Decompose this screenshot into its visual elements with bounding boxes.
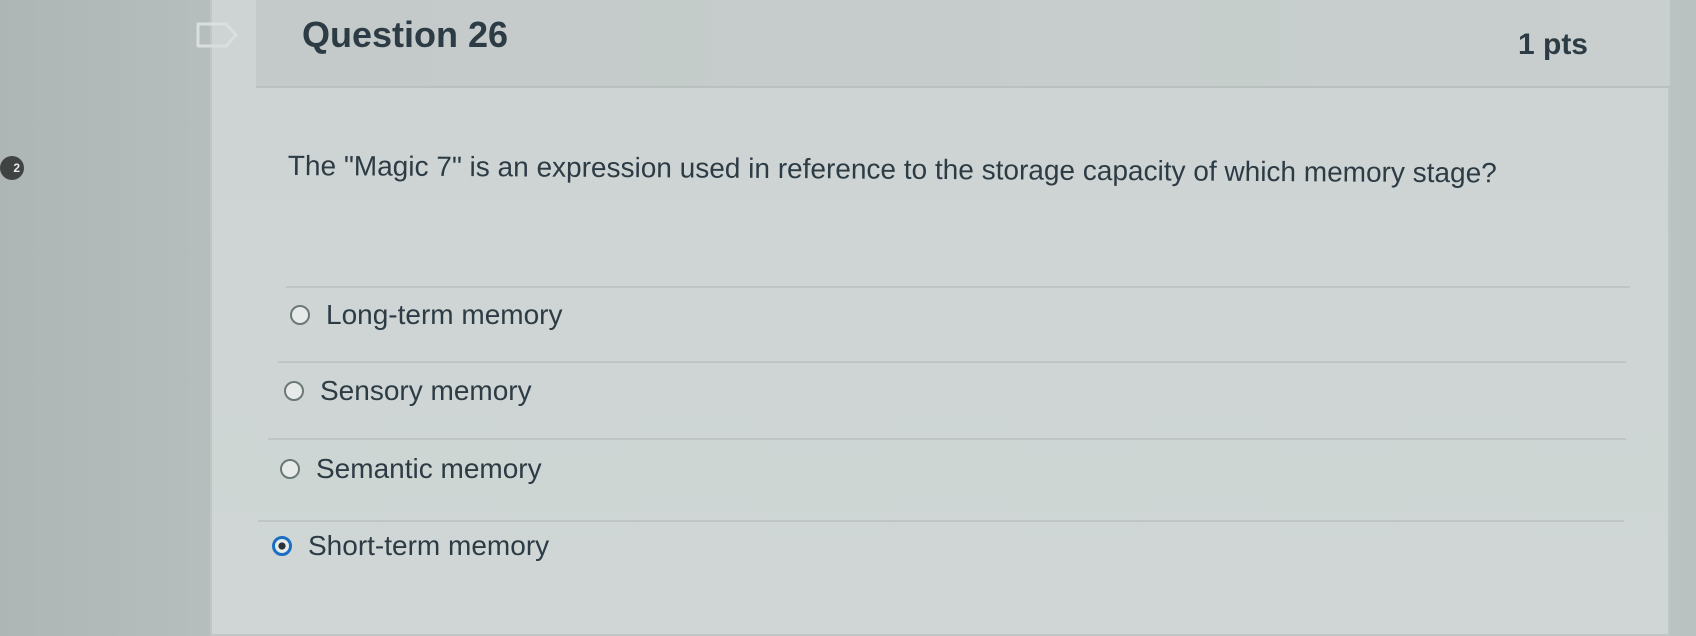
question-text: The "Magic 7" is an expression used in r… bbox=[287, 149, 1497, 189]
answer-label: Semantic memory bbox=[316, 453, 542, 484]
question-number-badge: 2 bbox=[0, 156, 24, 180]
question-title: Question 26 bbox=[302, 14, 509, 55]
answer-divider bbox=[258, 520, 1624, 522]
flag-question-icon[interactable] bbox=[196, 22, 240, 48]
radio-button-unchecked[interactable] bbox=[284, 381, 304, 401]
answer-option-short-term-memory[interactable]: Short-term memory bbox=[272, 530, 549, 562]
radio-button-unchecked[interactable] bbox=[290, 305, 310, 325]
answer-divider bbox=[268, 438, 1626, 440]
answer-divider bbox=[286, 286, 1630, 288]
radio-button-selected[interactable] bbox=[272, 536, 292, 556]
answer-label: Short-term memory bbox=[308, 530, 550, 561]
answer-option-sensory-memory[interactable]: Sensory memory bbox=[284, 375, 532, 407]
question-points: 1 pts bbox=[1517, 28, 1588, 61]
radio-button-unchecked[interactable] bbox=[280, 459, 300, 479]
answer-option-long-term-memory[interactable]: Long-term memory bbox=[290, 299, 563, 331]
answer-divider bbox=[278, 361, 1626, 363]
answer-label: Long-term memory bbox=[326, 299, 563, 330]
answer-option-semantic-memory[interactable]: Semantic memory bbox=[280, 453, 542, 485]
answer-label: Sensory memory bbox=[320, 375, 532, 406]
